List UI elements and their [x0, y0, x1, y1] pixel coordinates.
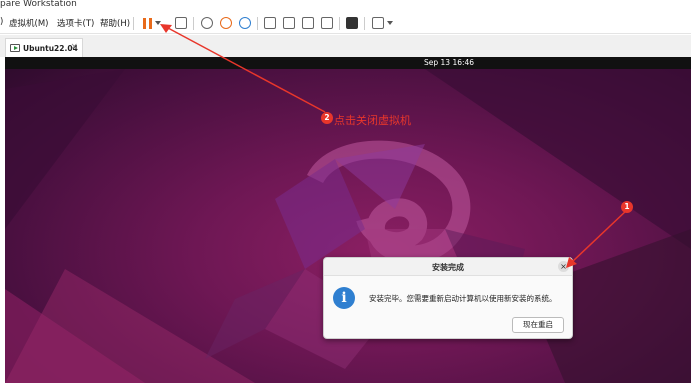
dropdown-icon	[387, 21, 393, 25]
guest-clock[interactable]: Sep 13 16:46	[424, 58, 474, 67]
revert-snapshot-icon	[220, 17, 232, 29]
revert-snapshot-button[interactable]	[218, 15, 234, 31]
pause-icon	[141, 17, 153, 29]
close-tab-icon[interactable]: ×	[70, 42, 78, 52]
window-title-bar: pare Workstation	[0, 0, 691, 12]
toolbar-divider	[364, 17, 365, 30]
menu-item-cropped[interactable]: )	[0, 17, 3, 27]
stretch-guest-button[interactable]	[370, 15, 386, 31]
snapshot-manager-icon	[239, 17, 251, 29]
thumbnail-bar-button[interactable]	[281, 15, 297, 31]
unity-icon	[321, 17, 333, 29]
menu-item-vm[interactable]: 虚拟机(M)	[9, 17, 48, 29]
dialog-message: 安装完毕。您需要重新启动计算机以使用新安装的系统。	[369, 294, 557, 303]
unity-button[interactable]	[319, 15, 335, 31]
fullscreen-button[interactable]	[300, 15, 316, 31]
snapshot-manager-button[interactable]	[237, 15, 253, 31]
console-icon	[346, 17, 358, 29]
show-library-button[interactable]	[262, 15, 278, 31]
toolbar-divider	[133, 17, 134, 30]
stretch-icon	[372, 17, 384, 29]
guest-top-bar: Sep 13 16:46	[5, 57, 691, 69]
toolbar-divider	[339, 17, 340, 30]
send-ctrl-alt-del-button[interactable]	[173, 15, 189, 31]
info-icon: i	[333, 287, 355, 309]
dialog-title: 安装完成	[432, 263, 464, 272]
toolbar-divider	[257, 17, 258, 30]
annotation-text-2: 点击关闭虚拟机	[334, 114, 411, 127]
annotation-badge-1: 1	[621, 201, 633, 213]
dialog-header: 安装完成 ×	[324, 258, 572, 276]
vm-display[interactable]: Sep 13 16:46 安装完成 × i 安装完毕。您需要重新启动计算机以使用…	[5, 57, 691, 383]
dropdown-icon	[155, 21, 161, 25]
snapshot-icon	[201, 17, 213, 29]
send-keys-icon	[175, 17, 187, 29]
menu-item-help[interactable]: 帮助(H)	[100, 17, 130, 29]
vm-running-icon	[10, 44, 20, 52]
stretch-dropdown-button[interactable]	[385, 15, 395, 31]
thumbnail-icon	[283, 17, 295, 29]
fullscreen-icon	[302, 17, 314, 29]
toolbar-divider	[193, 17, 194, 30]
console-view-button[interactable]	[344, 15, 360, 31]
take-snapshot-button[interactable]	[199, 15, 215, 31]
annotation-badge-2: 2	[321, 112, 333, 124]
tab-ubuntu[interactable]: Ubuntu22.04 ×	[5, 38, 83, 57]
window-title: pare Workstation	[0, 0, 77, 9]
power-dropdown-button[interactable]	[153, 15, 163, 31]
library-icon	[264, 17, 276, 29]
install-complete-dialog: 安装完成 × i 安装完毕。您需要重新启动计算机以使用新安装的系统。 现在重启	[323, 257, 573, 339]
menu-item-tabs[interactable]: 选项卡(T)	[57, 17, 94, 29]
dialog-close-icon[interactable]: ×	[558, 261, 569, 272]
vm-tab-strip: Ubuntu22.04 ×	[0, 35, 691, 57]
menu-bar: ) 虚拟机(M) 选项卡(T) 帮助(H)	[0, 12, 691, 34]
restart-now-button[interactable]: 现在重启	[512, 317, 564, 333]
